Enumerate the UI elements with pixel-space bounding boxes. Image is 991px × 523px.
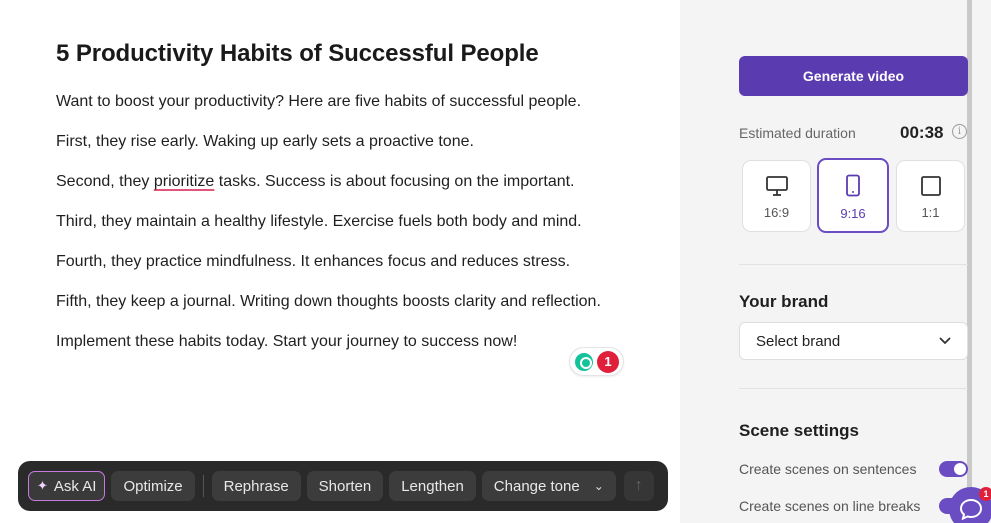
chevron-down-icon bbox=[939, 337, 951, 344]
section-divider bbox=[739, 264, 968, 265]
document-body[interactable]: Want to boost your productivity? Here ar… bbox=[56, 90, 636, 370]
ratio-option-9-16[interactable]: 9:16 bbox=[817, 158, 889, 233]
toolbar-divider bbox=[202, 475, 204, 497]
scene-settings-title: Scene settings bbox=[739, 421, 859, 440]
grammarly-issue-count: 1 bbox=[597, 350, 619, 373]
paragraph[interactable]: Fifth, they keep a journal. Writing down… bbox=[56, 290, 636, 314]
paragraph[interactable]: Implement these habits today. Start your… bbox=[56, 330, 636, 354]
ratio-label: 1:1 bbox=[921, 205, 940, 220]
info-icon[interactable]: i bbox=[952, 124, 967, 139]
grammarly-widget[interactable]: 1 bbox=[569, 347, 624, 376]
generate-video-button[interactable]: Generate video bbox=[739, 56, 968, 96]
rephrase-button[interactable]: Rephrase bbox=[211, 471, 301, 501]
duration-label: Estimated duration bbox=[739, 125, 856, 141]
document-title[interactable]: 5 Productivity Habits of Successful Peop… bbox=[56, 40, 539, 68]
ask-ai-label: Ask AI bbox=[53, 477, 97, 495]
shorten-button[interactable]: Shorten bbox=[306, 471, 384, 501]
change-tone-label: Change tone bbox=[493, 477, 580, 495]
brand-select[interactable]: Select brand bbox=[739, 322, 968, 360]
paragraph[interactable]: Third, they maintain a healthy lifestyle… bbox=[56, 210, 636, 234]
section-divider bbox=[739, 388, 968, 389]
setting-label: Create scenes on sentences bbox=[739, 461, 917, 477]
setting-label: Create scenes on line breaks bbox=[739, 498, 921, 514]
send-button[interactable]: ↑ bbox=[623, 471, 654, 501]
ratio-label: 16:9 bbox=[763, 205, 790, 220]
ratio-option-1-1[interactable]: 1:1 bbox=[896, 160, 965, 232]
brand-select-value: Select brand bbox=[756, 332, 841, 350]
square-icon bbox=[920, 176, 941, 196]
ratio-label: 9:16 bbox=[840, 206, 866, 221]
chevron-down-icon: ⌄ bbox=[593, 479, 604, 493]
editor-pane[interactable]: 5 Productivity Habits of Successful Peop… bbox=[0, 0, 680, 523]
paragraph[interactable]: Second, they prioritize tasks. Success i… bbox=[56, 170, 636, 194]
lengthen-button[interactable]: Lengthen bbox=[389, 471, 476, 501]
flagged-word[interactable]: prioritize bbox=[154, 173, 214, 190]
duration-value: 00:38 bbox=[900, 123, 944, 142]
chat-notification-badge: 1 bbox=[979, 487, 991, 501]
ratio-option-16-9[interactable]: 16:9 bbox=[742, 160, 811, 232]
paragraph[interactable]: Fourth, they practice mindfulness. It en… bbox=[56, 250, 636, 274]
setting-scenes-on-sentences: Create scenes on sentences bbox=[739, 461, 968, 477]
setting-scenes-on-line-breaks: Create scenes on line breaks bbox=[739, 498, 968, 514]
sparkle-icon: ✦ bbox=[37, 478, 48, 493]
arrow-up-icon: ↑ bbox=[634, 477, 643, 494]
monitor-icon bbox=[765, 176, 788, 196]
paragraph-text: Second, they bbox=[56, 173, 154, 190]
ask-ai-button[interactable]: ✦ Ask AI bbox=[28, 471, 106, 501]
optimize-button[interactable]: Optimize bbox=[111, 471, 195, 501]
paragraph[interactable]: Want to boost your productivity? Here ar… bbox=[56, 90, 636, 114]
sentences-toggle[interactable] bbox=[939, 461, 968, 477]
brand-section-title: Your brand bbox=[739, 292, 829, 311]
paragraph-text: tasks. Success is about focusing on the … bbox=[214, 173, 575, 190]
grammarly-icon bbox=[575, 352, 593, 371]
chat-icon bbox=[959, 498, 983, 521]
paragraph[interactable]: First, they rise early. Waking up early … bbox=[56, 130, 636, 154]
change-tone-button[interactable]: Change tone ⌄ bbox=[481, 471, 616, 501]
phone-icon bbox=[846, 174, 860, 197]
ai-toolbar: ✦ Ask AI Optimize Rephrase Shorten Lengt… bbox=[18, 461, 668, 511]
